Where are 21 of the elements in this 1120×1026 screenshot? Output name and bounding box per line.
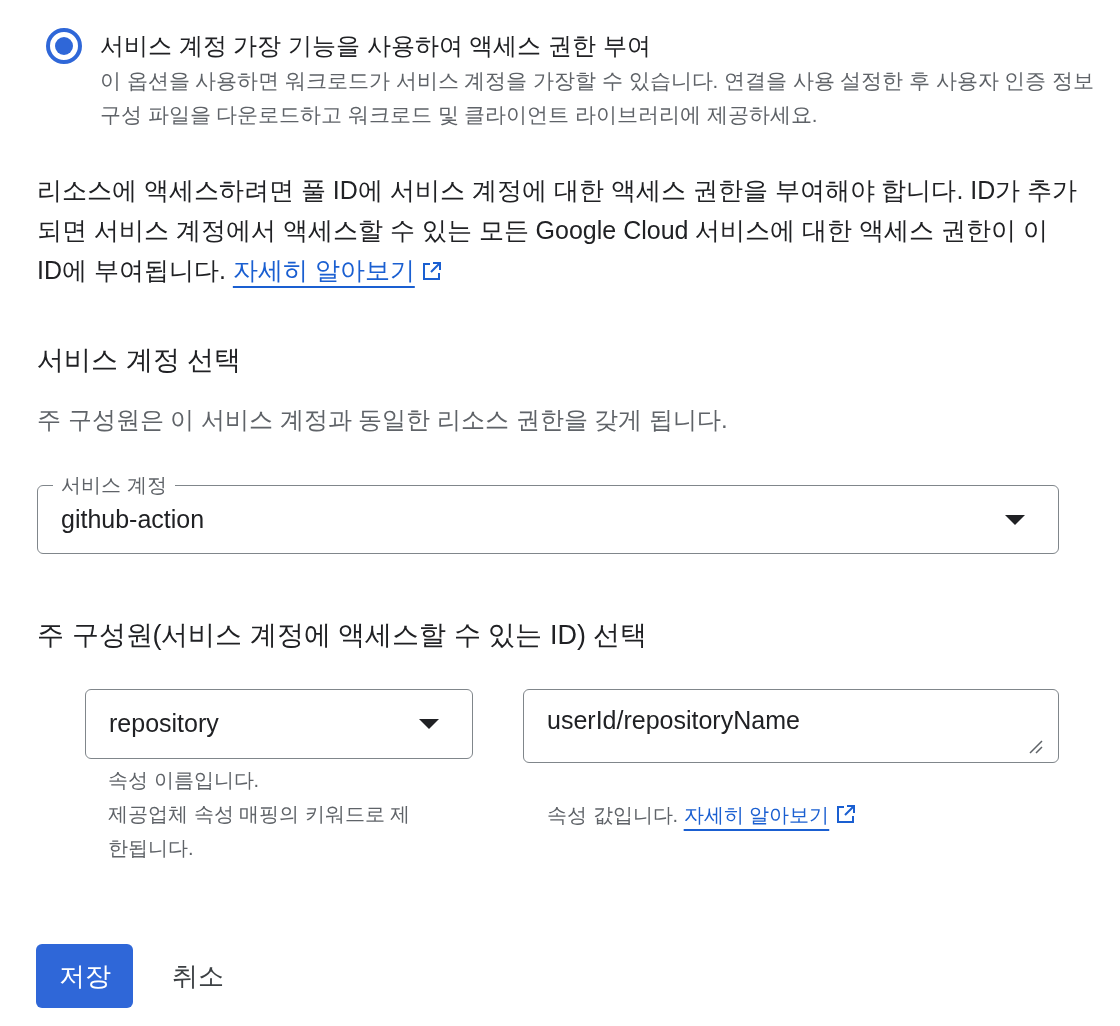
resize-handle-icon[interactable] (1029, 740, 1043, 754)
learn-more-link[interactable]: 자세히 알아보기 (232, 256, 415, 284)
external-link-icon (836, 805, 856, 824)
section-description: 주 구성원은 이 서비스 계정과 동일한 리소스 권한을 갖게 됩니다. (37, 405, 728, 435)
external-link-icon (421, 262, 441, 281)
attribute-select[interactable]: repository (85, 689, 473, 759)
section-heading: 서비스 계정 선택 (37, 344, 241, 377)
learn-more-link[interactable]: 자세히 알아보기 (683, 804, 830, 826)
helper-text: 속성 값입니다. 자세히 알아보기 (523, 798, 1059, 832)
cancel-button[interactable]: 취소 (156, 944, 240, 1008)
info-paragraph: 리소스에 액세스하려면 풀 ID에 서비스 계정에 대한 액세스 권한을 부여해야 합니다. ID가 추가되면 서비스 계정에서 액세스할 수 있는 모든 Google Cloud 서비스에 대한 액세스 권한이 이 ID에 부여됩니다. 자세히 알아보기 (37, 175, 1079, 286)
save-button[interactable]: 저장 (36, 944, 133, 1008)
dropdown-caret-icon (1005, 514, 1025, 525)
value-field[interactable]: userId/repositoryName (523, 689, 1059, 763)
dropdown-caret-icon (419, 719, 439, 729)
radio-button[interactable] (46, 28, 82, 64)
option-title: 서비스 계정 가장 기능을 사용하여 액세스 권한 부여 (100, 31, 652, 61)
option-description: 이 옵션을 사용하면 워크로드가 서비스 계정을 가장할 수 있습니다. 연결을 사용 설정한 후 사용자 인증 정보 구성 파일을 다운로드하고 워크로드 및 클라이언트 라이브러리에 제공하세요. (100, 68, 1096, 128)
helper-text: 제공업체 속성 매핑의 키워드로 제한됩니다. (108, 802, 412, 861)
section-heading: 주 구성원(서비스 계정에 액세스할 수 있는 ID) 선택 (37, 619, 648, 652)
helper-text: 속성 이름입니다. (108, 768, 261, 793)
